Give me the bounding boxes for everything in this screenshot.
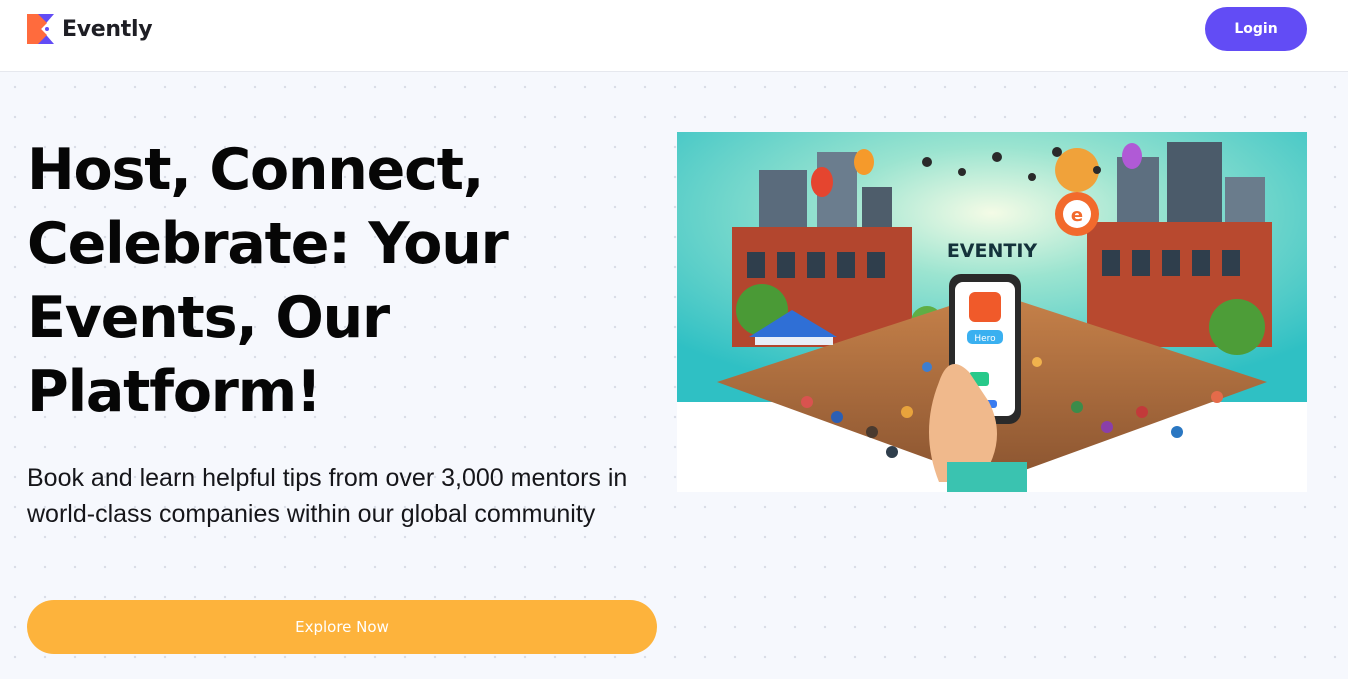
hero-illustration-art: EVENTIY e Hero — [677, 132, 1307, 492]
illustration-pin-letter: e — [1071, 205, 1083, 226]
brand-name: Evently — [62, 16, 153, 42]
evently-logo-icon — [27, 14, 54, 44]
illustration-sign-text: EVENTIY — [947, 240, 1038, 262]
login-button[interactable]: Login — [1205, 7, 1307, 51]
illustration-phone-button-text: Hero — [974, 334, 996, 344]
explore-now-button[interactable]: Explore Now — [27, 600, 657, 654]
hero-title: Host, Connect, Celebrate: Your Events, O… — [27, 137, 509, 425]
hero-subtitle: Book and learn helpful tips from over 3,… — [27, 464, 628, 528]
hero-illustration: EVENTIY e Hero — [677, 132, 1307, 492]
brand-logo-link[interactable]: Evently — [27, 14, 153, 44]
top-navbar: Evently Login — [0, 0, 1348, 72]
